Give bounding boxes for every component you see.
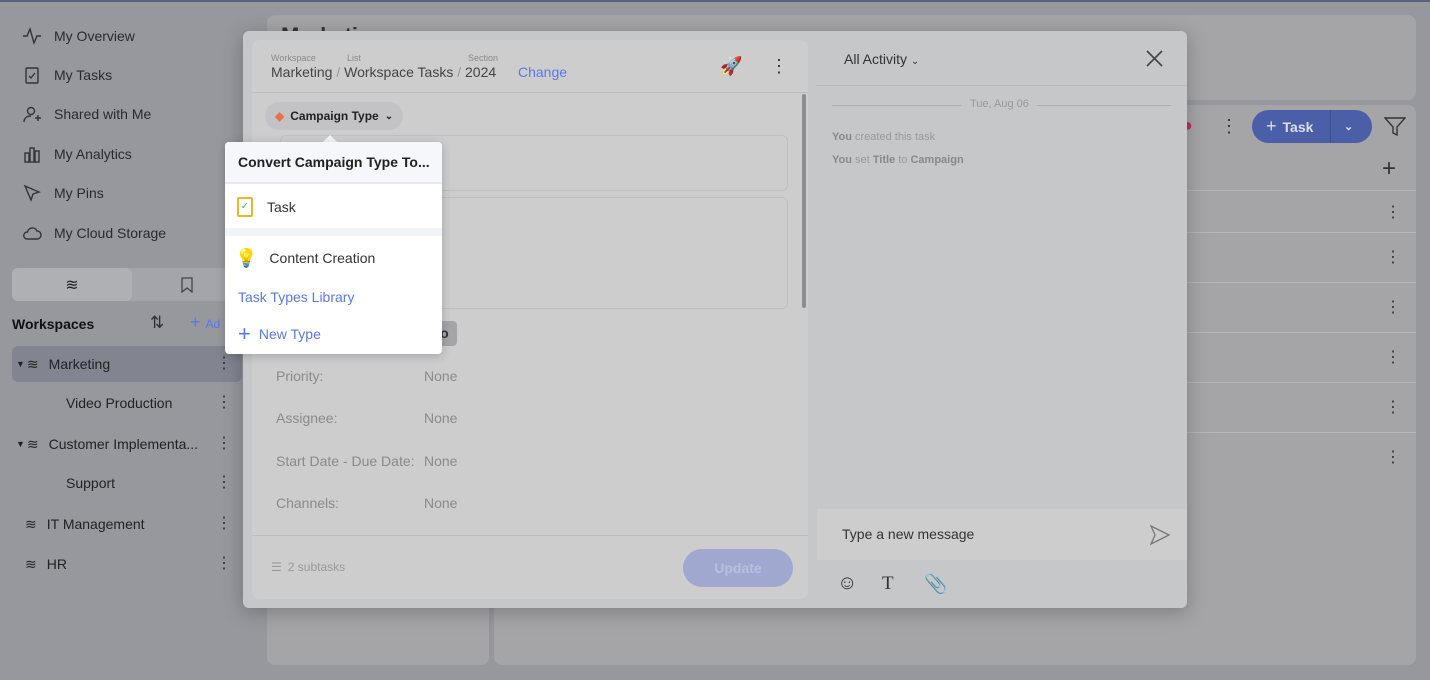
sidebar-item-my-cloud-storage[interactable]: My Cloud Storage bbox=[22, 223, 166, 243]
more-icon[interactable]: ⋮ bbox=[770, 56, 788, 77]
more-icon[interactable]: ⋮ bbox=[1220, 116, 1238, 137]
new-type-button[interactable]: + New Type bbox=[225, 318, 442, 350]
close-icon[interactable] bbox=[1146, 50, 1163, 67]
breadcrumb: Marketing / Workspace Tasks / 2024 bbox=[271, 64, 497, 80]
dates-value[interactable]: None bbox=[424, 453, 457, 469]
caret-down-icon: ▼ bbox=[16, 359, 25, 369]
change-link[interactable]: Change bbox=[518, 64, 567, 80]
rocket-icon[interactable]: 🚀 bbox=[720, 56, 742, 77]
layers-icon: ≋ bbox=[25, 515, 37, 532]
priority-value[interactable]: None bbox=[424, 368, 457, 384]
handshake-icon: ◆ bbox=[275, 109, 285, 123]
more-icon[interactable]: ⋮ bbox=[216, 475, 232, 491]
sidebar-item-my-tasks[interactable]: My Tasks bbox=[22, 65, 112, 85]
update-button[interactable]: Update bbox=[683, 549, 793, 587]
activity-entry: You set Title to Campaign bbox=[832, 154, 964, 166]
sidebar-item-shared-with-me[interactable]: Shared with Me bbox=[22, 104, 151, 124]
chevron-down-icon: ⌄ bbox=[384, 110, 394, 122]
more-icon[interactable]: ⋮ bbox=[216, 556, 232, 572]
more-icon[interactable]: ⋮ bbox=[1385, 247, 1401, 267]
pin-icon bbox=[23, 184, 41, 202]
activity-filter[interactable]: All Activity ⌄ bbox=[844, 51, 919, 67]
sidebar-item-my-analytics[interactable]: My Analytics bbox=[22, 144, 132, 164]
lightbulb-icon: 💡 bbox=[235, 247, 258, 268]
more-icon[interactable]: ⋮ bbox=[216, 516, 232, 532]
workspace-marketing[interactable]: ▼ ≋ Marketing ⋮ bbox=[12, 346, 242, 382]
subtasks-icon: ☰ bbox=[271, 560, 282, 574]
more-icon[interactable]: ⋮ bbox=[1385, 447, 1401, 467]
sidebar-item-my-pins[interactable]: My Pins bbox=[22, 183, 104, 203]
workspace-video-production[interactable]: Video Production ⋮ bbox=[12, 385, 242, 421]
subtasks-link[interactable]: ☰ 2 subtasks bbox=[271, 560, 345, 574]
more-icon[interactable]: ⋮ bbox=[1385, 347, 1401, 367]
add-workspace-button[interactable]: + Ad bbox=[190, 312, 220, 333]
menu-item-task[interactable]: ✓ Task bbox=[225, 186, 442, 228]
sidebar-item-my-overview[interactable]: My Overview bbox=[22, 26, 135, 46]
task-icon bbox=[25, 67, 39, 84]
send-icon[interactable] bbox=[1150, 525, 1170, 545]
breadcrumb-list[interactable]: Workspace Tasks bbox=[344, 64, 453, 80]
layers-icon: ≋ bbox=[25, 555, 37, 572]
menu-item-content-creation[interactable]: 💡 Content Creation bbox=[225, 238, 442, 278]
activity-date: Tue, Aug 06 bbox=[962, 98, 1037, 110]
tab-workspaces[interactable]: ≋ bbox=[12, 268, 132, 301]
cloud-icon bbox=[23, 227, 42, 240]
more-icon[interactable]: ⋮ bbox=[1385, 297, 1401, 317]
workspace-support[interactable]: Support ⋮ bbox=[12, 465, 242, 501]
more-icon[interactable]: ⋮ bbox=[216, 436, 232, 452]
activity-icon bbox=[23, 26, 41, 46]
activity-entry: You created this task bbox=[832, 131, 936, 143]
scrollbar[interactable] bbox=[802, 94, 806, 308]
add-icon[interactable]: + bbox=[1382, 155, 1396, 183]
more-icon[interactable]: ⋮ bbox=[216, 395, 232, 411]
message-input[interactable]: Type a new message bbox=[817, 509, 1187, 560]
clipboard-icon: ✓ bbox=[237, 197, 253, 217]
plus-icon: + bbox=[1266, 116, 1277, 136]
workspace-it-management[interactable]: ≋ IT Management ⋮ bbox=[12, 506, 242, 542]
menu-title: Convert Campaign Type To... bbox=[225, 142, 442, 184]
chevron-down-icon[interactable]: ⌄ bbox=[1344, 120, 1353, 133]
sidebar-view-toggle: ≋ bbox=[12, 268, 242, 301]
more-icon[interactable]: ⋮ bbox=[1385, 397, 1401, 417]
channels-value[interactable]: None bbox=[424, 495, 457, 511]
bar-chart-icon bbox=[24, 147, 40, 163]
workspace-customer-implementation[interactable]: ▼ ≋ Customer Implementa... ⋮ bbox=[12, 426, 242, 462]
layers-icon: ≋ bbox=[26, 435, 39, 452]
more-icon[interactable]: ⋮ bbox=[216, 356, 232, 372]
bookmark-icon bbox=[181, 276, 193, 293]
menu-divider bbox=[225, 228, 442, 236]
add-task-button[interactable]: + Task ⌄ bbox=[1252, 110, 1372, 143]
chevron-down-icon: ⌄ bbox=[910, 56, 920, 67]
breadcrumb-section[interactable]: 2024 bbox=[465, 64, 496, 80]
user-share-icon bbox=[23, 106, 41, 123]
convert-type-menu: Convert Campaign Type To... ✓ Task 💡 Conte… bbox=[225, 142, 442, 354]
emoji-icon[interactable]: ☺ bbox=[837, 572, 857, 595]
attachment-icon[interactable]: 📎 bbox=[924, 572, 948, 596]
layers-icon: ≋ bbox=[26, 355, 39, 372]
workspace-hr[interactable]: ≋ HR ⋮ bbox=[12, 546, 242, 582]
text-format-icon[interactable]: T bbox=[882, 573, 894, 595]
breadcrumb-workspace[interactable]: Marketing bbox=[271, 64, 332, 80]
workspaces-title: Workspaces bbox=[12, 316, 95, 332]
plus-icon: + bbox=[238, 321, 251, 346]
top-border bbox=[0, 0, 1430, 2]
assignee-value[interactable]: None bbox=[424, 410, 457, 426]
task-type-chip[interactable]: ◆ Campaign Type ⌄ bbox=[265, 102, 404, 130]
sort-icon[interactable]: ⇅ bbox=[150, 313, 164, 333]
more-icon[interactable]: ⋮ bbox=[1385, 202, 1401, 222]
task-types-library-link[interactable]: Task Types Library bbox=[225, 282, 442, 312]
filter-icon[interactable] bbox=[1384, 117, 1406, 137]
layers-icon: ≋ bbox=[65, 276, 79, 294]
caret-down-icon: ▼ bbox=[16, 439, 25, 449]
